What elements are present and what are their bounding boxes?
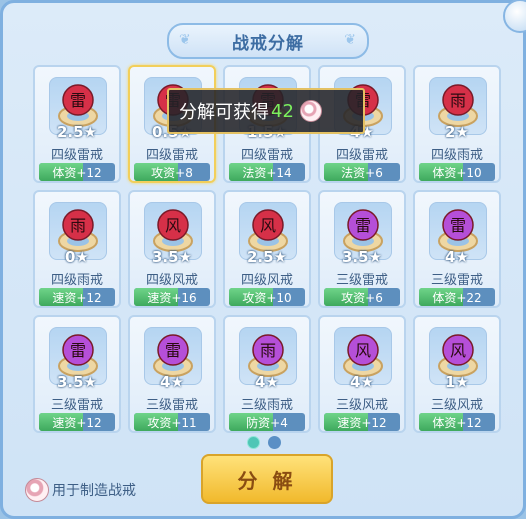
ring-name: 四级雷戒 (145, 148, 198, 163)
svg-text:风: 风 (450, 341, 466, 360)
ring-card[interactable]: 雨 4★ 三级雨戒 防资+4 (223, 315, 311, 433)
panel-title-bar: ❦ 战戒分解 ❦ (167, 23, 369, 59)
ring-card[interactable]: 雷 4★ 三级雷戒 体资+22 (413, 190, 501, 308)
attribute-text: 速资+12 (52, 291, 102, 305)
attribute-bar: 攻资+6 (324, 288, 400, 306)
svg-text:风: 风 (165, 216, 181, 235)
attribute-text: 体资+10 (432, 166, 482, 180)
attribute-text: 体资+22 (432, 291, 482, 305)
ring-name: 四级雷戒 (50, 148, 103, 163)
attribute-text: 速资+16 (147, 291, 197, 305)
star-rating: 1★ (445, 373, 469, 391)
star-rating: 4★ (350, 373, 374, 391)
page-dot-1[interactable] (247, 436, 260, 449)
attribute-bar: 攻资+8 (134, 163, 210, 181)
attribute-bar: 速资+12 (39, 413, 115, 431)
svg-text:雨: 雨 (70, 216, 86, 235)
attribute-bar: 体资+22 (419, 288, 495, 306)
star-rating: 4★ (255, 373, 279, 391)
ring-card[interactable]: 雨 2★ 四级雨戒 体资+10 (413, 65, 501, 183)
ring-name: 三级风戒 (335, 398, 388, 413)
ring-name: 四级雷戒 (240, 148, 293, 163)
svg-text:雷: 雷 (70, 91, 86, 110)
attribute-bar: 体资+10 (419, 163, 495, 181)
ring-card[interactable]: 雷 2.5★ 四级雷戒 体资+12 (33, 65, 121, 183)
star-rating: 4★ (445, 248, 469, 266)
attribute-bar: 体资+12 (39, 163, 115, 181)
ring-name: 四级雷戒 (335, 148, 388, 163)
disassemble-button[interactable]: 分 解 (201, 454, 333, 504)
ring-coin-icon (25, 478, 49, 502)
usage-text: 用于制造战戒 (52, 483, 136, 499)
ring-name: 三级风戒 (430, 398, 483, 413)
ring-name: 三级雷戒 (145, 398, 198, 413)
ring-name: 三级雨戒 (240, 398, 293, 413)
right-cloud-ornament-icon: ❦ (344, 32, 357, 48)
svg-text:雨: 雨 (260, 341, 276, 360)
svg-text:雷: 雷 (70, 341, 86, 360)
tooltip-text: 分解可获得 (179, 102, 269, 123)
usage-note: 用于制造战戒 (25, 478, 136, 502)
ring-card[interactable]: 雷 3.5★ 三级雷戒 攻资+6 (318, 190, 406, 308)
attribute-text: 攻资+8 (151, 166, 193, 180)
ring-card[interactable]: 风 1★ 三级风戒 体资+12 (413, 315, 501, 433)
svg-text:雷: 雷 (355, 216, 371, 235)
ring-name: 三级雷戒 (335, 273, 388, 288)
ring-name: 四级雨戒 (430, 148, 483, 163)
ring-name: 三级雷戒 (430, 273, 483, 288)
star-rating: 2.5★ (246, 248, 288, 266)
svg-text:风: 风 (355, 341, 371, 360)
ring-name: 三级雷戒 (50, 398, 103, 413)
ring-name: 四级雨戒 (50, 273, 103, 288)
attribute-bar: 速资+16 (134, 288, 210, 306)
attribute-text: 速资+12 (337, 416, 387, 430)
attribute-text: 攻资+10 (242, 291, 292, 305)
ring-coin-icon (299, 100, 322, 122)
star-rating: 3.5★ (56, 373, 98, 391)
svg-text:雷: 雷 (450, 216, 466, 235)
star-rating: 3.5★ (341, 248, 383, 266)
page-dot-2[interactable] (268, 436, 281, 449)
attribute-bar: 体资+12 (419, 413, 495, 431)
attribute-text: 法资+6 (341, 166, 383, 180)
ring-name: 四级风戒 (145, 273, 198, 288)
attribute-text: 防资+4 (246, 416, 288, 430)
attribute-text: 体资+12 (432, 416, 482, 430)
attribute-text: 攻资+6 (341, 291, 383, 305)
ring-card[interactable]: 雨 0★ 四级雨戒 速资+12 (33, 190, 121, 308)
page-indicator (247, 436, 281, 449)
svg-text:风: 风 (260, 216, 276, 235)
ring-card[interactable]: 风 2.5★ 四级风戒 攻资+10 (223, 190, 311, 308)
ring-card[interactable]: 风 3.5★ 四级风戒 速资+16 (128, 190, 216, 308)
attribute-bar: 法资+6 (324, 163, 400, 181)
ring-card[interactable]: 雷 4★ 三级雷戒 攻资+11 (128, 315, 216, 433)
star-rating: 0★ (65, 248, 89, 266)
left-cloud-ornament-icon: ❦ (179, 32, 192, 48)
attribute-bar: 攻资+10 (229, 288, 305, 306)
ring-card[interactable]: 雷 3.5★ 三级雷戒 速资+12 (33, 315, 121, 433)
tooltip-amount: 42 (271, 100, 294, 122)
attribute-bar: 速资+12 (39, 288, 115, 306)
ring-card[interactable]: 风 4★ 三级风戒 速资+12 (318, 315, 406, 433)
attribute-text: 法资+14 (242, 166, 292, 180)
disassemble-panel: ❦ 战戒分解 ❦ 雷 2.5★ 四级雷戒 体资+12 雷 0.5 (0, 0, 526, 519)
attribute-text: 攻资+11 (147, 416, 197, 430)
ring-name: 四级风戒 (240, 273, 293, 288)
attribute-bar: 法资+14 (229, 163, 305, 181)
yield-tooltip: 分解可获得 42 (167, 88, 365, 134)
star-rating: 4★ (160, 373, 184, 391)
close-button[interactable] (503, 0, 526, 33)
attribute-bar: 攻资+11 (134, 413, 210, 431)
attribute-text: 体资+12 (52, 166, 102, 180)
svg-text:雨: 雨 (450, 91, 466, 110)
star-rating: 2★ (445, 123, 469, 141)
svg-text:雷: 雷 (165, 341, 181, 360)
panel-title: 战戒分解 (232, 33, 304, 54)
star-rating: 2.5★ (56, 123, 98, 141)
attribute-bar: 防资+4 (229, 413, 305, 431)
star-rating: 3.5★ (151, 248, 193, 266)
attribute-bar: 速资+12 (324, 413, 400, 431)
attribute-text: 速资+12 (52, 416, 102, 430)
